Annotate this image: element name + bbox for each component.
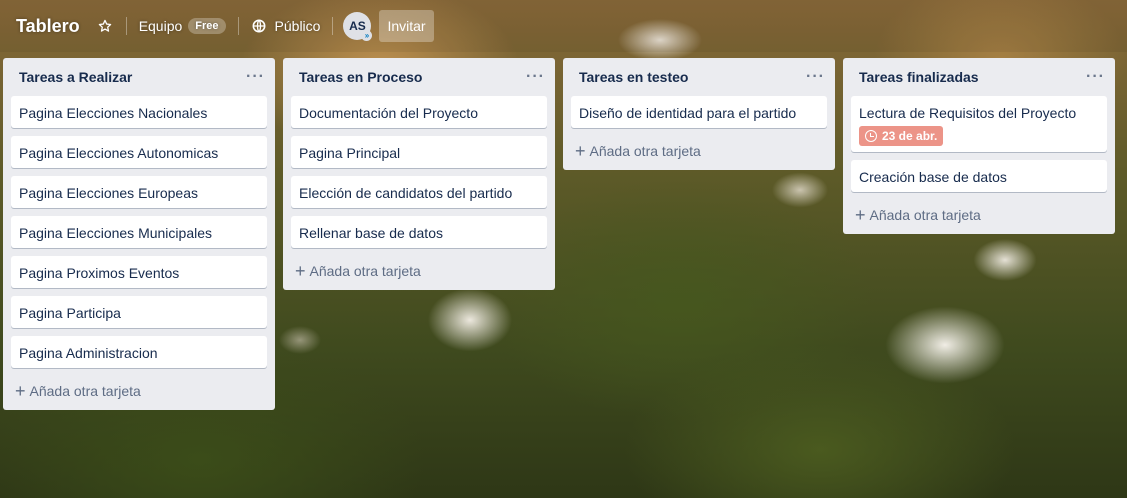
list-title[interactable]: Tareas a Realizar <box>19 69 132 85</box>
team-label: Equipo <box>138 18 183 34</box>
card[interactable]: Pagina Elecciones Municipales <box>11 216 267 248</box>
card[interactable]: Pagina Elecciones Autonomicas <box>11 136 267 168</box>
card[interactable]: Creación base de datos <box>851 160 1107 192</box>
card-title: Pagina Principal <box>299 145 401 161</box>
add-card-label: Añada otra tarjeta <box>589 143 701 159</box>
card[interactable]: Pagina Participa <box>11 296 267 328</box>
member-avatar[interactable]: AS » <box>343 12 373 41</box>
list-title[interactable]: Tareas en testeo <box>579 69 688 85</box>
globe-icon <box>252 19 265 33</box>
plus-icon: + <box>575 141 586 161</box>
header-divider <box>332 17 334 35</box>
list-tareas-a-realizar: Tareas a Realizar ··· Pagina Elecciones … <box>3 58 275 410</box>
card-title: Documentación del Proyecto <box>299 105 478 121</box>
card-title: Pagina Administracion <box>19 345 158 361</box>
card[interactable]: Pagina Elecciones Nacionales <box>11 96 267 128</box>
add-card-label: Añada otra tarjeta <box>29 383 141 399</box>
card-title: Pagina Elecciones Nacionales <box>19 105 208 121</box>
board-header: Tablero Equipo Free Público AS » Invitar <box>0 0 1127 52</box>
card[interactable]: Pagina Administracion <box>11 336 267 368</box>
list-title[interactable]: Tareas en Proceso <box>299 69 422 85</box>
card-title: Pagina Elecciones Europeas <box>19 185 199 201</box>
list-menu-icon[interactable]: ··· <box>1086 68 1105 86</box>
list-title[interactable]: Tareas finalizadas <box>859 69 979 85</box>
card[interactable]: Lectura de Requisitos del Proyecto 23 de… <box>851 96 1107 152</box>
list-tareas-finalizadas: Tareas finalizadas ··· Lectura de Requis… <box>843 58 1115 234</box>
invite-button[interactable]: Invitar <box>379 10 434 42</box>
due-date-badge[interactable]: 23 de abr. <box>859 126 944 146</box>
card[interactable]: Pagina Elecciones Europeas <box>11 176 267 208</box>
header-divider <box>125 17 127 35</box>
list-tareas-en-testeo: Tareas en testeo ··· Diseño de identidad… <box>563 58 835 170</box>
card[interactable]: Diseño de identidad para el partido <box>571 96 827 128</box>
card-title: Rellenar base de datos <box>299 225 443 241</box>
team-button[interactable]: Equipo Free <box>131 10 234 42</box>
plus-icon: + <box>15 381 26 401</box>
header-divider <box>237 17 239 35</box>
add-card-button[interactable]: + Añada otra tarjeta <box>567 136 831 166</box>
card-title: Pagina Elecciones Municipales <box>19 225 212 241</box>
admin-chevron-icon: » <box>361 30 373 41</box>
add-card-button[interactable]: + Añada otra tarjeta <box>847 200 1111 230</box>
card-title: Pagina Elecciones Autonomicas <box>19 145 219 161</box>
list-menu-icon[interactable]: ··· <box>526 68 545 86</box>
plus-icon: + <box>295 261 306 281</box>
team-plan-badge: Free <box>188 18 226 34</box>
card[interactable]: Elección de candidatos del partido <box>291 176 547 208</box>
visibility-button[interactable]: Público <box>243 10 329 42</box>
card-title: Creación base de datos <box>859 169 1007 185</box>
plus-icon: + <box>855 205 866 225</box>
card[interactable]: Documentación del Proyecto <box>291 96 547 128</box>
card[interactable]: Pagina Proximos Eventos <box>11 256 267 288</box>
list-header: Tareas finalizadas ··· <box>843 58 1115 96</box>
list-tareas-en-proceso: Tareas en Proceso ··· Documentación del … <box>283 58 555 290</box>
card-title: Pagina Participa <box>19 305 121 321</box>
visibility-label: Público <box>274 18 321 34</box>
add-card-button[interactable]: + Añada otra tarjeta <box>287 256 551 286</box>
card-title: Elección de candidatos del partido <box>299 185 513 201</box>
list-header: Tareas en testeo ··· <box>563 58 835 96</box>
due-date-label: 23 de abr. <box>882 129 938 143</box>
star-board-button[interactable] <box>88 10 122 42</box>
add-card-label: Añada otra tarjeta <box>309 263 421 279</box>
card[interactable]: Pagina Principal <box>291 136 547 168</box>
star-icon <box>98 19 111 32</box>
list-header: Tareas en Proceso ··· <box>283 58 555 96</box>
add-card-label: Añada otra tarjeta <box>869 207 981 223</box>
clock-icon <box>865 130 877 142</box>
add-card-button[interactable]: + Añada otra tarjeta <box>7 376 271 406</box>
card-title: Pagina Proximos Eventos <box>19 265 180 281</box>
list-header: Tareas a Realizar ··· <box>3 58 275 96</box>
card[interactable]: Rellenar base de datos <box>291 216 547 248</box>
list-menu-icon[interactable]: ··· <box>246 68 265 86</box>
card-title: Diseño de identidad para el partido <box>579 105 797 121</box>
list-menu-icon[interactable]: ··· <box>806 68 825 86</box>
card-title: Lectura de Requisitos del Proyecto <box>859 105 1077 121</box>
board-title[interactable]: Tablero <box>8 12 88 41</box>
